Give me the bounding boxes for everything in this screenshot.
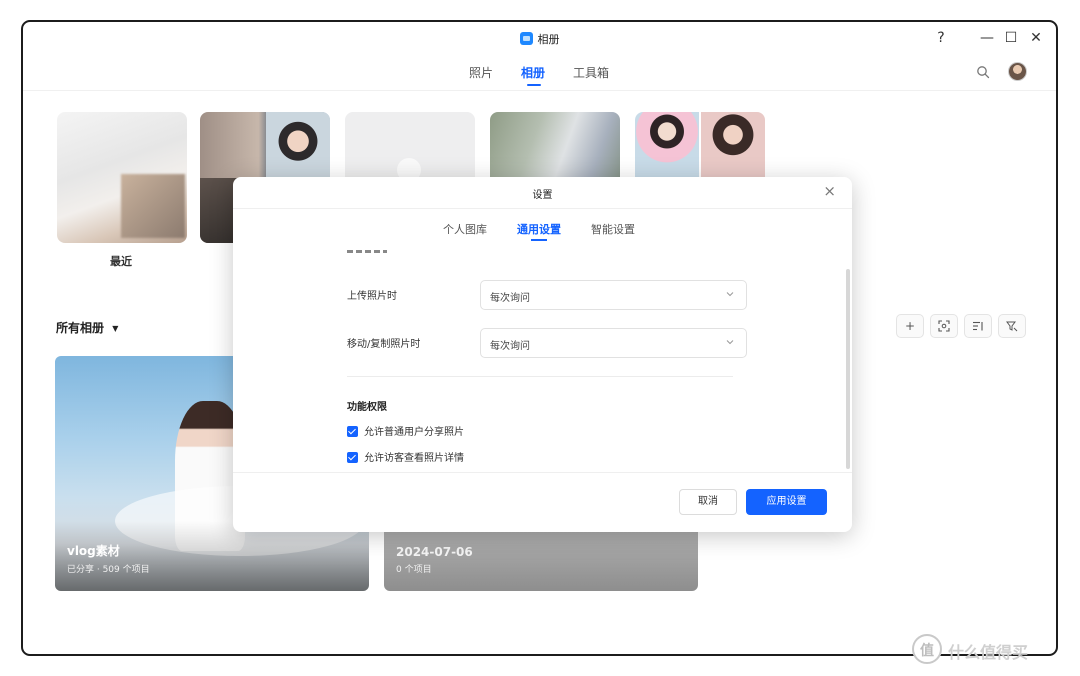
section-divider xyxy=(347,376,733,377)
permission-guest-row[interactable]: 允许访客查看照片详情 xyxy=(347,449,464,464)
watermark-logo: 值 xyxy=(912,634,942,664)
album-thumb-photo xyxy=(635,112,699,177)
album-thumb-photo xyxy=(701,112,765,177)
album-thumb-photo xyxy=(266,112,330,177)
app-title-text: 相册 xyxy=(537,33,560,46)
tab-smart-settings[interactable]: 智能设置 xyxy=(591,221,635,237)
dialog-footer-divider xyxy=(233,472,852,473)
tab-personal-library[interactable]: 个人图库 xyxy=(443,221,487,237)
scrolled-section-heading xyxy=(347,247,387,253)
upload-setting-select[interactable]: 每次询问 xyxy=(480,280,747,310)
search-icon[interactable] xyxy=(976,65,990,79)
sort-icon xyxy=(973,321,983,331)
cancel-button[interactable]: 取消 xyxy=(679,489,737,515)
watermark-text: 什么值得买 xyxy=(948,643,1029,662)
tab-general-settings[interactable]: 通用设置 xyxy=(517,221,561,237)
permission-share-row[interactable]: 允许普通用户分享照片 xyxy=(347,423,464,438)
title-bar: 相册 ? — ☐ ✕ xyxy=(23,22,1056,55)
active-tab-indicator xyxy=(527,84,541,86)
help-button[interactable]: ? xyxy=(931,28,951,48)
move-copy-setting-value: 每次询问 xyxy=(490,341,530,352)
recent-album-label: 最近 xyxy=(110,255,132,268)
settings-dialog: 设置 × 个人图库 通用设置 智能设置 上传照片时 每次询问 移动/复制照片时 … xyxy=(233,177,852,532)
upload-setting-value: 每次询问 xyxy=(490,293,530,304)
dialog-header-divider xyxy=(233,208,852,209)
all-albums-label: 所有相册 xyxy=(56,321,105,335)
top-nav: 照片 相册 工具箱 xyxy=(23,55,1056,91)
close-window-button[interactable]: ✕ xyxy=(1026,28,1046,48)
upload-setting-label: 上传照片时 xyxy=(347,291,397,302)
photo-app-icon xyxy=(519,32,533,45)
tab-albums[interactable]: 相册 xyxy=(521,64,545,81)
chevron-down-icon xyxy=(726,340,734,345)
active-tab-indicator xyxy=(531,239,547,241)
guest-details-checkbox[interactable] xyxy=(347,452,358,463)
dialog-scrollbar[interactable] xyxy=(846,269,850,469)
blurred-photo xyxy=(121,174,185,238)
tab-photos[interactable]: 照片 xyxy=(469,64,493,81)
face-scan-button[interactable] xyxy=(930,314,958,338)
app-title: 相册 xyxy=(23,31,1056,47)
album-card-meta: 0 个项目 xyxy=(396,565,432,575)
share-photos-checkbox[interactable] xyxy=(347,426,358,437)
all-albums-title[interactable]: 所有相册 ▼ xyxy=(56,319,118,336)
dialog-close-icon[interactable]: × xyxy=(823,182,836,200)
move-copy-setting-select[interactable]: 每次询问 xyxy=(480,328,747,358)
move-copy-setting-label: 移动/复制照片时 xyxy=(347,339,421,350)
watermark-logo-text: 值 xyxy=(920,643,934,659)
watermark: 值 什么值得买 xyxy=(912,634,1072,664)
filter-button[interactable] xyxy=(998,314,1026,338)
maximize-button[interactable]: ☐ xyxy=(1001,28,1021,48)
share-photos-label: 允许普通用户分享照片 xyxy=(364,427,464,438)
filter-icon xyxy=(1006,321,1018,332)
recent-album-thumbnail[interactable] xyxy=(57,112,187,243)
permissions-title: 功能权限 xyxy=(347,402,387,413)
app-window: 相册 ? — ☐ ✕ 照片 相册 工具箱 最近 所有相册 ▼ + vlog素材 … xyxy=(21,20,1058,656)
minimize-button[interactable]: — xyxy=(977,28,997,48)
guest-details-label: 允许访客查看照片详情 xyxy=(364,453,464,464)
dialog-title: 设置 xyxy=(532,190,553,201)
album-card-name: vlog素材 xyxy=(67,544,120,558)
user-avatar[interactable] xyxy=(1008,62,1027,81)
album-card-meta: 已分享 · 509 个项目 xyxy=(67,565,150,575)
sort-button[interactable] xyxy=(964,314,992,338)
add-icon: + xyxy=(904,319,916,333)
album-card-name: 2024-07-06 xyxy=(396,545,473,559)
tab-toolbox[interactable]: 工具箱 xyxy=(573,64,609,81)
add-album-button[interactable]: + xyxy=(896,314,924,338)
chevron-down-icon xyxy=(726,292,734,297)
caret-down-icon[interactable]: ▼ xyxy=(112,324,118,333)
face-scan-icon xyxy=(938,320,950,332)
apply-settings-button[interactable]: 应用设置 xyxy=(746,489,827,515)
